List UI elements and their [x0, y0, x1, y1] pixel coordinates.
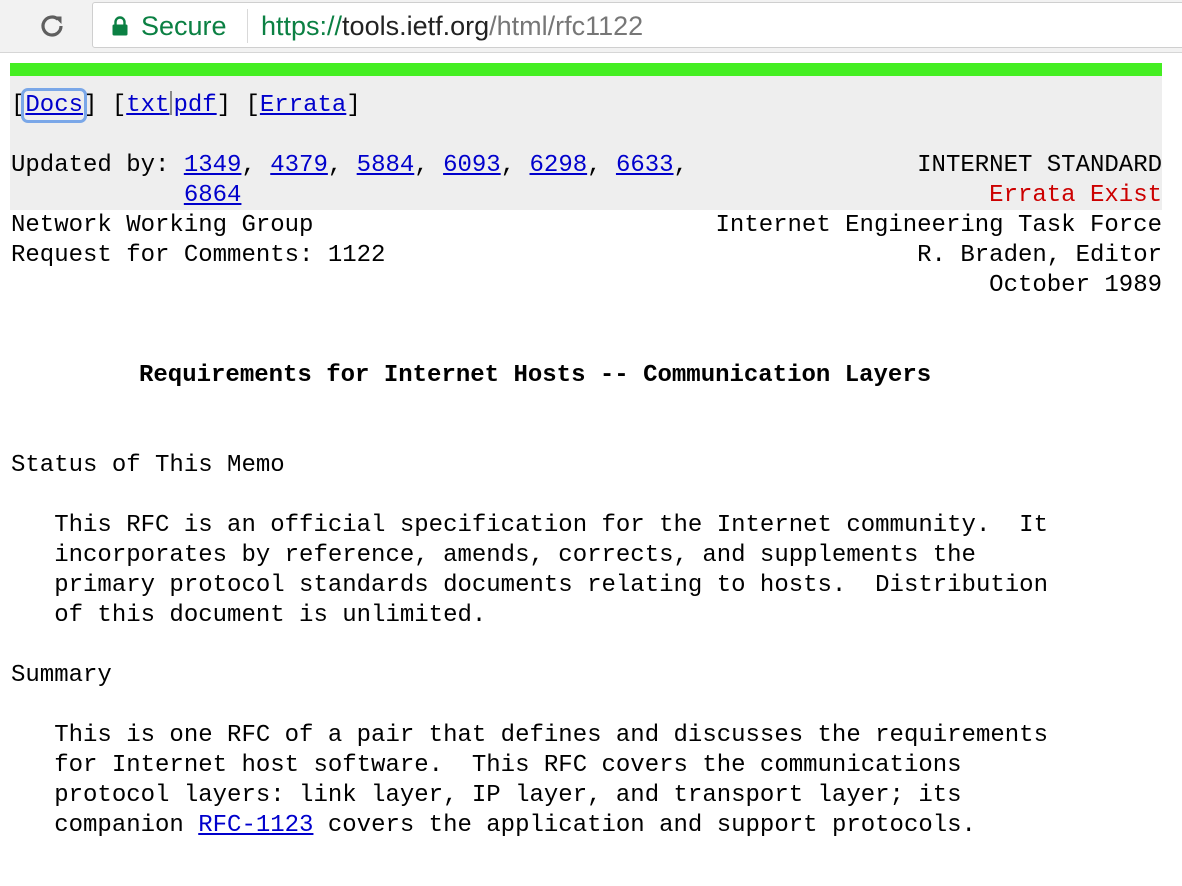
rfc-link-6633[interactable]: 6633: [616, 152, 674, 179]
summary-line-4-suffix: covers the application and support proto…: [313, 812, 976, 839]
rfc-link-6298[interactable]: 6298: [530, 152, 588, 179]
summary-line-2: for Internet host software. This RFC cov…: [11, 752, 962, 779]
doc-nav: [Docs] [txt pdf] [Errata]: [11, 88, 361, 123]
pdf-link[interactable]: pdf: [173, 92, 216, 119]
rfc-link-5884[interactable]: 5884: [357, 152, 415, 179]
errata-link[interactable]: Errata: [260, 92, 346, 119]
header-right-1: Internet Engineering Task Force: [715, 212, 1162, 239]
rfc-link-4379[interactable]: 4379: [270, 152, 328, 179]
browser-toolbar: Secure https://tools.ietf.org/html/rfc11…: [0, 0, 1182, 53]
header-left-1: Network Working Group: [11, 212, 314, 239]
summary-line-4: companion RFC-1123 covers the applicatio…: [11, 811, 976, 841]
updated-by-label: Updated by:: [11, 152, 184, 179]
header-right-2: R. Braden, Editor: [917, 242, 1162, 269]
url-scheme: https://: [261, 11, 343, 41]
rfc-1123-link[interactable]: RFC-1123: [198, 812, 313, 839]
address-bar[interactable]: Secure https://tools.ietf.org/html/rfc11…: [92, 2, 1182, 48]
status-line-2: incorporates by reference, amends, corre…: [11, 542, 976, 569]
updated-by: Updated by: 1349, 4379, 5884, 6093, 6298…: [11, 152, 688, 179]
errata-status: Errata Exist: [989, 182, 1162, 209]
url-path: /html/rfc1122: [489, 11, 644, 41]
summary-line-3: protocol layers: link layer, IP layer, a…: [11, 782, 962, 809]
url-text[interactable]: https://tools.ietf.org/html/rfc1122: [261, 11, 643, 41]
document-title: Requirements for Internet Hosts -- Commu…: [139, 362, 932, 389]
secure-label: Secure: [141, 11, 227, 41]
status-line-3: primary protocol standards documents rel…: [11, 572, 1048, 599]
summary-heading: Summary: [11, 662, 112, 689]
header-left-2: Request for Comments: 1122: [11, 242, 386, 269]
status-line-1: This RFC is an official specification fo…: [11, 512, 1048, 539]
category: INTERNET STANDARD: [917, 152, 1162, 179]
header-right-3: October 1989: [989, 272, 1162, 299]
url-host: tools.ietf.org: [342, 11, 490, 41]
txt-link[interactable]: txt: [126, 92, 169, 119]
summary-line-4-prefix: companion: [11, 812, 199, 839]
rfc-link-6093[interactable]: 6093: [443, 152, 501, 179]
reload-icon[interactable]: [36, 10, 68, 42]
summary-line-1: This is one RFC of a pair that defines a…: [11, 722, 1048, 749]
accent-bar: [10, 63, 1162, 76]
status-line-4: of this document is unlimited.: [11, 602, 487, 629]
status-heading: Status of This Memo: [11, 452, 285, 479]
address-separator: [247, 9, 248, 43]
updated-by-cont: 6864: [11, 181, 242, 211]
lock-icon: [112, 16, 128, 36]
rfc-link-6864[interactable]: 6864: [184, 182, 242, 209]
rfc-link-1349[interactable]: 1349: [184, 152, 242, 179]
docs-link[interactable]: Docs: [21, 88, 87, 123]
